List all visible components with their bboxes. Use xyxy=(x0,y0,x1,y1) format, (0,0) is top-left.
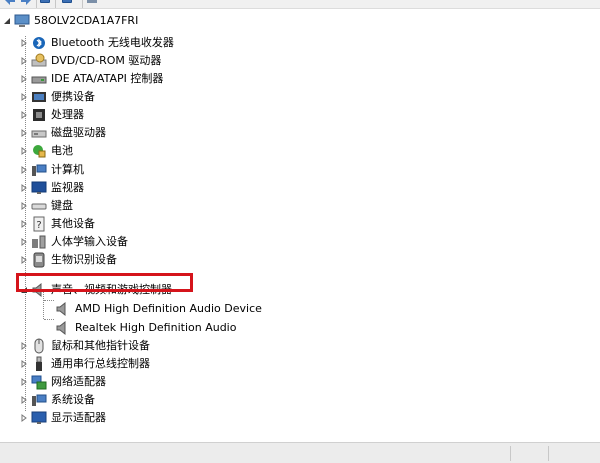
tree-item-display[interactable]: 显示适配器 xyxy=(19,409,106,426)
expand-arrow-icon[interactable] xyxy=(19,128,29,138)
hid-icon xyxy=(31,234,47,250)
tree-item-system[interactable]: 系统设备 xyxy=(19,391,95,408)
toolbar-separator xyxy=(36,0,37,8)
portable-device-icon xyxy=(31,89,47,105)
processor-icon xyxy=(31,107,47,123)
disk-drive-icon xyxy=(31,125,47,141)
expand-arrow-icon[interactable] xyxy=(19,237,29,247)
tree-item-label: 声音、视频和游戏控制器 xyxy=(51,283,172,296)
dvd-drive-icon xyxy=(31,53,47,69)
tree-item-label: 生物识别设备 xyxy=(51,253,117,266)
tree-item-label: DVD/CD-ROM 驱动器 xyxy=(51,54,162,67)
collapse-arrow-icon[interactable] xyxy=(19,285,29,295)
tree-root[interactable]: 58OLV2CDA1A7FRI xyxy=(2,12,138,29)
tree-item-bluetooth[interactable]: Bluetooth 无线电收发器 xyxy=(19,34,174,51)
expand-arrow-icon[interactable] xyxy=(19,341,29,351)
expand-arrow-icon[interactable] xyxy=(19,255,29,265)
system-device-icon xyxy=(31,392,47,408)
tree-item-other-devices[interactable]: ? 其他设备 xyxy=(19,215,95,232)
tree-item-sound-video-game[interactable]: 声音、视频和游戏控制器 xyxy=(19,281,172,298)
speaker-icon xyxy=(55,301,71,317)
expand-arrow-icon[interactable] xyxy=(19,74,29,84)
tree-item-ide[interactable]: IDE ATA/ATAPI 控制器 xyxy=(19,70,163,87)
expand-arrow-icon[interactable] xyxy=(19,413,29,423)
toolbar-separator xyxy=(82,0,83,8)
tree-item-disk[interactable]: 磁盘驱动器 xyxy=(19,124,106,141)
tree-item-computer[interactable]: 计算机 xyxy=(19,161,84,178)
tree-item-label: 人体学输入设备 xyxy=(51,235,128,248)
tree-item-battery[interactable]: 电池 xyxy=(19,142,73,159)
tree-item-label: 便携设备 xyxy=(51,90,95,103)
expand-arrow-icon[interactable] xyxy=(19,201,29,211)
bluetooth-icon xyxy=(31,35,47,51)
network-adapter-icon xyxy=(31,374,47,390)
tree-item-label: 磁盘驱动器 xyxy=(51,126,106,139)
back-icon[interactable] xyxy=(4,0,16,6)
tree-item-label: Bluetooth 无线电收发器 xyxy=(51,36,174,49)
tree-item-label: 通用串行总线控制器 xyxy=(51,357,150,370)
expand-arrow-icon[interactable] xyxy=(19,110,29,120)
tree-item-biometric[interactable]: 生物识别设备 xyxy=(19,251,117,268)
battery-icon xyxy=(31,143,47,159)
biometric-icon xyxy=(31,252,47,268)
ide-controller-icon xyxy=(31,71,47,87)
usb-icon xyxy=(31,356,47,372)
scan-icon[interactable] xyxy=(86,0,98,6)
monitor-icon xyxy=(31,180,47,196)
expand-arrow-icon[interactable] xyxy=(19,359,29,369)
device-amd-audio[interactable]: AMD High Definition Audio Device xyxy=(53,300,262,317)
tree-item-label: 电池 xyxy=(51,144,73,157)
device-tree: 58OLV2CDA1A7FRI Bluetooth 无线电收发器 DVD/CD-… xyxy=(0,8,600,442)
expand-arrow-icon[interactable] xyxy=(19,395,29,405)
device-label: Realtek High Definition Audio xyxy=(75,321,237,334)
status-separator xyxy=(510,446,511,461)
forward-icon[interactable] xyxy=(20,0,32,6)
keyboard-icon xyxy=(31,198,47,214)
expand-arrow-icon[interactable] xyxy=(19,183,29,193)
root-label: 58OLV2CDA1A7FRI xyxy=(34,14,139,27)
speaker-icon xyxy=(31,282,47,298)
expand-arrow-icon[interactable] xyxy=(19,56,29,66)
tree-item-network[interactable]: 网络适配器 xyxy=(19,373,106,390)
tree-item-processor[interactable]: 处理器 xyxy=(19,106,84,123)
expand-arrow-icon[interactable] xyxy=(19,38,29,48)
tree-item-monitor[interactable]: 监视器 xyxy=(19,179,84,196)
tree-item-dvd[interactable]: DVD/CD-ROM 驱动器 xyxy=(19,52,161,69)
tree-item-hid[interactable]: 人体学输入设备 xyxy=(19,233,128,250)
help-icon[interactable] xyxy=(62,0,72,3)
expand-arrow-icon[interactable] xyxy=(19,219,29,229)
tree-item-keyboard[interactable]: 键盘 xyxy=(19,197,73,214)
expand-arrow-icon[interactable] xyxy=(19,146,29,156)
tree-item-mouse[interactable]: 鼠标和其他指针设备 xyxy=(19,337,150,354)
toolbar-separator xyxy=(55,0,56,8)
svg-text:?: ? xyxy=(36,220,41,231)
tree-item-label: 监视器 xyxy=(51,181,84,194)
computer-icon xyxy=(14,13,30,29)
tree-item-label: 键盘 xyxy=(51,199,73,212)
expand-arrow-icon[interactable] xyxy=(19,165,29,175)
speaker-icon xyxy=(55,320,71,336)
computer-icon xyxy=(31,162,47,178)
properties-icon[interactable] xyxy=(40,0,50,3)
expand-arrow-icon[interactable] xyxy=(19,92,29,102)
tree-item-label: 鼠标和其他指针设备 xyxy=(51,339,150,352)
tree-item-label: 系统设备 xyxy=(51,393,95,406)
device-label: AMD High Definition Audio Device xyxy=(75,302,262,315)
tree-item-label: IDE ATA/ATAPI 控制器 xyxy=(51,72,164,85)
tree-item-label: 其他设备 xyxy=(51,217,95,230)
display-adapter-icon xyxy=(31,410,47,426)
other-devices-icon: ? xyxy=(31,216,47,232)
tree-item-label: 显示适配器 xyxy=(51,411,106,424)
tree-item-label: 处理器 xyxy=(51,108,84,121)
tree-item-label: 计算机 xyxy=(51,163,84,176)
expand-arrow-icon[interactable] xyxy=(19,377,29,387)
tree-item-usb[interactable]: 通用串行总线控制器 xyxy=(19,355,150,372)
mouse-icon xyxy=(31,338,47,354)
tree-item-label: 网络适配器 xyxy=(51,375,106,388)
device-realtek-audio[interactable]: Realtek High Definition Audio xyxy=(53,319,236,336)
status-bar xyxy=(0,442,600,463)
tree-item-portable[interactable]: 便携设备 xyxy=(19,88,95,105)
collapse-arrow-icon[interactable] xyxy=(2,16,12,26)
status-separator xyxy=(548,446,549,461)
